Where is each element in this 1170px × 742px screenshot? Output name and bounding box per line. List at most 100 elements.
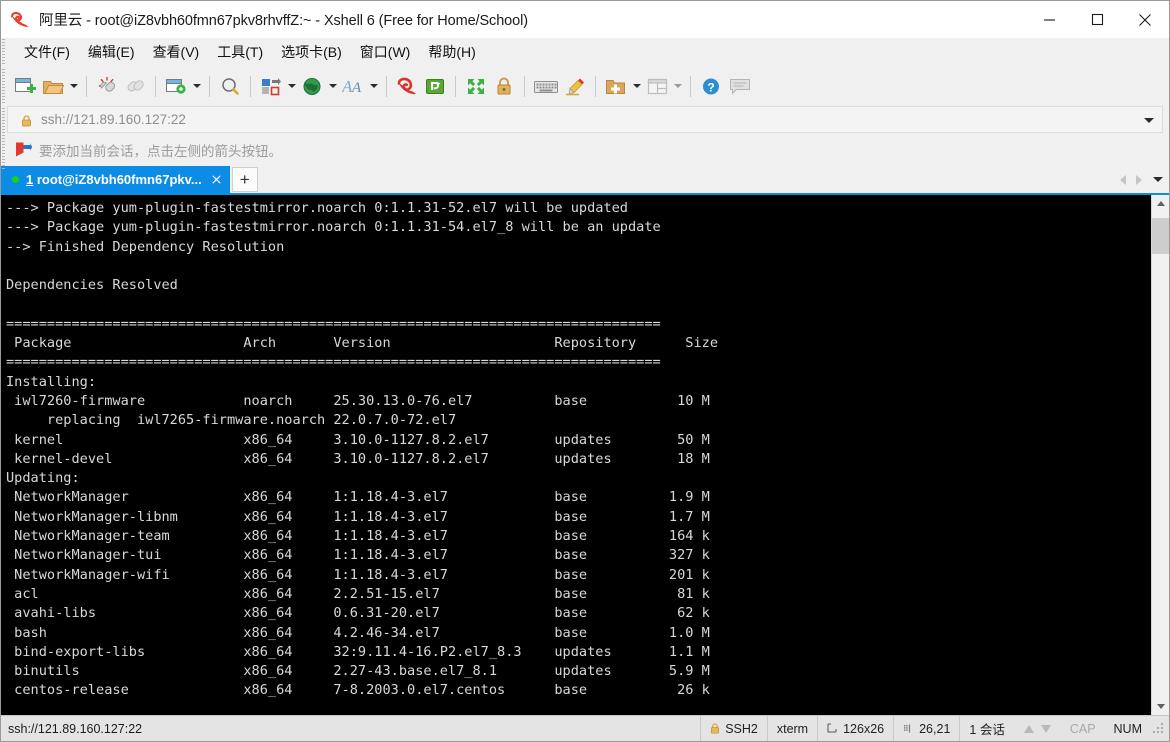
toolbar-separator: [209, 75, 210, 97]
scroll-up-icon[interactable]: [1152, 195, 1169, 212]
menu-tabs[interactable]: 选项卡(B): [272, 41, 351, 64]
alibaba-cloud-spiral-icon: [10, 9, 32, 31]
terminal-line: ---> Package yum-plugin-fastestmirror.no…: [6, 219, 661, 236]
terminal-line: replacing iwl7265-firmware.noarch 22.0.7…: [6, 412, 457, 429]
globe-icon[interactable]: [298, 71, 326, 101]
session-properties-dropdown-arrow-icon[interactable]: [190, 71, 203, 101]
terminal-line: ========================================…: [6, 315, 661, 332]
menu-tools[interactable]: 工具(T): [208, 41, 272, 64]
menu-view[interactable]: 查看(V): [144, 41, 209, 64]
terminal-line: iwl7260-firmware noarch 25.30.13.0-76.el…: [6, 392, 710, 409]
terminal-line: centos-release x86_64 7-8.2003.0.el7.cen…: [6, 682, 710, 699]
terminal-line: NetworkManager-team x86_64 1:1.18.4-3.el…: [6, 528, 710, 545]
font-icon[interactable]: A A: [339, 71, 367, 101]
toolbar-separator: [250, 75, 251, 97]
status-bar: ssh://121.89.160.127:22 SSH2 xterm 126x2…: [1, 715, 1169, 741]
toolbar-drag-rail[interactable]: [2, 69, 5, 103]
status-num-lock: NUM: [1113, 721, 1142, 736]
keyboard-icon[interactable]: [531, 71, 561, 101]
fullscreen-icon[interactable]: [462, 71, 490, 101]
triangle-right-icon[interactable]: [1131, 166, 1147, 193]
title-bar: 阿里云 - root@iZ8vbh60fmn67pkv8rhvffZ:~ - X…: [1, 1, 1169, 38]
font-dropdown-arrow-icon[interactable]: [367, 71, 380, 101]
highlight-pen-icon[interactable]: [561, 71, 589, 101]
address-bar[interactable]: ssh://121.89.160.127:22: [7, 106, 1163, 133]
menubar-drag-rail[interactable]: [2, 39, 5, 66]
layout-dropdown-arrow-icon[interactable]: [671, 71, 684, 101]
scrollbar-track[interactable]: [1152, 212, 1169, 698]
resize-icon: [827, 723, 838, 734]
lock-icon: [710, 723, 720, 734]
arrow-down-icon: [1040, 724, 1051, 733]
transfer-icon[interactable]: [257, 71, 285, 101]
tab-session-1[interactable]: 1 root@iZ8vbh60fmn67pkv...: [1, 166, 230, 193]
scroll-down-icon[interactable]: [1152, 698, 1169, 715]
lock-icon[interactable]: [490, 71, 518, 101]
toolbar-separator: [86, 75, 87, 97]
session-properties-icon[interactable]: [162, 71, 190, 101]
menu-edit[interactable]: 编辑(E): [79, 41, 144, 64]
menu-help[interactable]: 帮助(H): [419, 41, 484, 64]
menu-window[interactable]: 窗口(W): [351, 41, 420, 64]
xftp-green-icon[interactable]: [421, 71, 449, 101]
terminal-line: kernel x86_64 3.10.0-1127.8.2.el7 update…: [6, 431, 710, 448]
chevron-down-icon[interactable]: [1144, 117, 1154, 123]
scrollbar-thumb[interactable]: [1152, 218, 1169, 254]
minimize-button[interactable]: [1025, 1, 1073, 38]
disconnect-icon[interactable]: [93, 71, 121, 101]
status-size-label: 126x26: [843, 721, 885, 736]
close-button[interactable]: [1121, 1, 1169, 38]
terminal-line: Updating:: [6, 470, 80, 487]
terminal-line: Package Arch Version Repository Size: [6, 335, 719, 352]
resize-grip[interactable]: [1151, 721, 1167, 737]
notice-bar: 要添加当前会话，点击左侧的箭头按钮。: [1, 133, 1169, 166]
toolbar-separator: [690, 75, 691, 97]
terminal-line: acl x86_64 2.2.51-15.el7 base 81 k: [6, 585, 710, 602]
svg-text:?: ?: [707, 80, 714, 94]
terminal-line: Installing:: [6, 373, 97, 390]
tab-index: 1: [26, 172, 34, 187]
terminal-line: ========================================…: [6, 354, 661, 371]
open-folder-icon[interactable]: [39, 71, 67, 101]
chevron-down-icon[interactable]: [1147, 166, 1169, 193]
globe-dropdown-arrow-icon[interactable]: [326, 71, 339, 101]
lock-icon: [21, 114, 32, 126]
chat-bubble-icon[interactable]: [725, 71, 755, 101]
cursor-icon: [903, 723, 914, 734]
xshell-red-icon[interactable]: [393, 71, 421, 101]
maximize-button[interactable]: [1073, 1, 1121, 38]
status-sessions: 1 会话: [959, 715, 1013, 741]
status-protocol: SSH2: [700, 715, 767, 741]
new-tab-button[interactable]: +: [231, 167, 258, 192]
status-cursor: 26,21: [893, 715, 959, 741]
add-folder-dropdown-arrow-icon[interactable]: [630, 71, 643, 101]
terminal-line: NetworkManager-tui x86_64 1:1.18.4-3.el7…: [6, 547, 710, 564]
triangle-left-icon[interactable]: [1115, 166, 1131, 193]
address-value: ssh://121.89.160.127:22: [41, 112, 186, 127]
terminal-line: ---> Package yum-plugin-fastestmirror.no…: [6, 200, 628, 216]
menu-bar: 文件(F) 编辑(E) 查看(V) 工具(T) 选项卡(B) 窗口(W) 帮助(…: [1, 38, 1169, 67]
reconnect-icon[interactable]: [121, 71, 149, 101]
terminal-output[interactable]: ---> Package yum-plugin-fastestmirror.no…: [1, 195, 1151, 715]
status-terminal-type: xterm: [766, 715, 817, 741]
add-folder-icon[interactable]: [602, 71, 630, 101]
help-circle-icon[interactable]: ?: [697, 71, 725, 101]
new-session-icon[interactable]: [11, 71, 39, 101]
tab-strip: 1 root@iZ8vbh60fmn67pkv... +: [1, 166, 1169, 193]
toolbar-separator: [524, 75, 525, 97]
search-icon[interactable]: [216, 71, 244, 101]
terminal-line: NetworkManager-wifi x86_64 1:1.18.4-3.el…: [6, 566, 710, 583]
addressbar-drag-rail[interactable]: [2, 108, 5, 170]
tab-label: 1 root@iZ8vbh60fmn67pkv...: [26, 172, 202, 187]
menu-file[interactable]: 文件(F): [15, 41, 79, 64]
layout-icon[interactable]: [643, 71, 671, 101]
red-flag-arrow-icon: [15, 142, 32, 157]
transfer-dropdown-arrow-icon[interactable]: [285, 71, 298, 101]
status-protocol-label: SSH2: [725, 721, 758, 736]
open-folder-dropdown-arrow-icon[interactable]: [67, 71, 80, 101]
close-icon[interactable]: [210, 173, 224, 187]
status-size: 126x26: [817, 715, 893, 741]
terminal-scrollbar[interactable]: [1151, 195, 1169, 715]
